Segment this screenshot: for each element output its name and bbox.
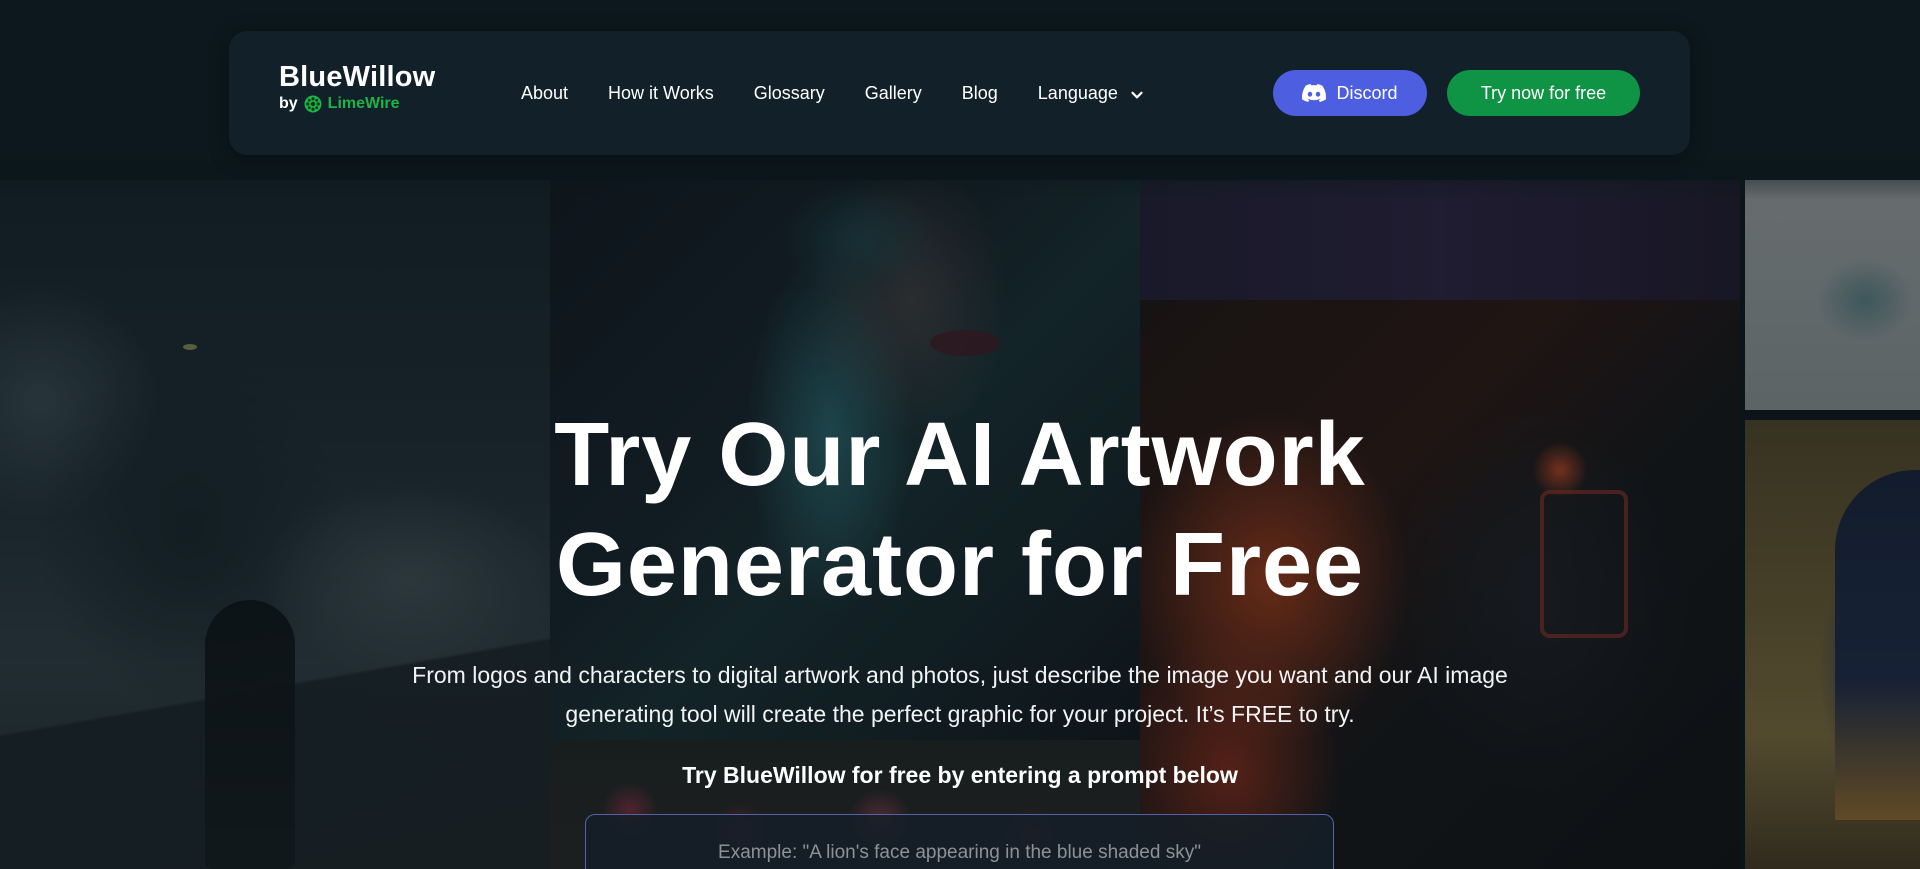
discord-icon	[1302, 84, 1327, 102]
limewire-icon	[304, 95, 322, 113]
brand-name: BlueWillow	[279, 61, 436, 93]
prompt-box	[585, 814, 1334, 869]
page: BlueWillow by LimeWire About How it Work…	[0, 0, 1920, 869]
nav-link-about[interactable]: About	[521, 83, 568, 104]
brand-logo[interactable]: BlueWillow by LimeWire	[279, 61, 435, 113]
prompt-input[interactable]	[586, 815, 1333, 869]
hero-description-line-1: From logos and characters to digital art…	[412, 662, 1508, 688]
nav-links: About How it Works Glossary Gallery Blog…	[521, 31, 1184, 155]
language-dropdown-label: Language	[1037, 82, 1118, 103]
brand-byline: by LimeWire	[279, 95, 435, 113]
navbar: BlueWillow by LimeWire About How it Work…	[229, 31, 1690, 155]
hero-section: Try Our AI Artwork Generator for Free Fr…	[0, 400, 1920, 789]
discord-button[interactable]: Discord	[1273, 70, 1427, 116]
nav-link-how-it-works[interactable]: How it Works	[608, 83, 714, 104]
language-dropdown[interactable]: Language	[1038, 83, 1144, 104]
hero-title-line-1: Try Our AI Artwork	[554, 405, 1366, 505]
chevron-down-icon	[1130, 86, 1144, 100]
discord-button-label: Discord	[1336, 82, 1398, 103]
brand-by-text: by	[279, 95, 298, 112]
hero-title: Try Our AI Artwork Generator for Free	[0, 400, 1920, 620]
try-now-button-label: Try now for free	[1480, 82, 1607, 103]
nav-link-gallery[interactable]: Gallery	[865, 83, 922, 104]
hero-title-line-2: Generator for Free	[555, 515, 1365, 615]
prompt-cta-text: Try BlueWillow for free by entering a pr…	[682, 762, 1238, 788]
try-now-button[interactable]: Try now for free	[1447, 70, 1640, 116]
hero-description-line-2: generating tool will create the perfect …	[565, 701, 1355, 727]
brand-partner-name: LimeWire	[327, 95, 400, 112]
nav-link-blog[interactable]: Blog	[962, 83, 998, 104]
nav-link-glossary[interactable]: Glossary	[754, 83, 825, 104]
hero-description: From logos and characters to digital art…	[360, 656, 1560, 734]
